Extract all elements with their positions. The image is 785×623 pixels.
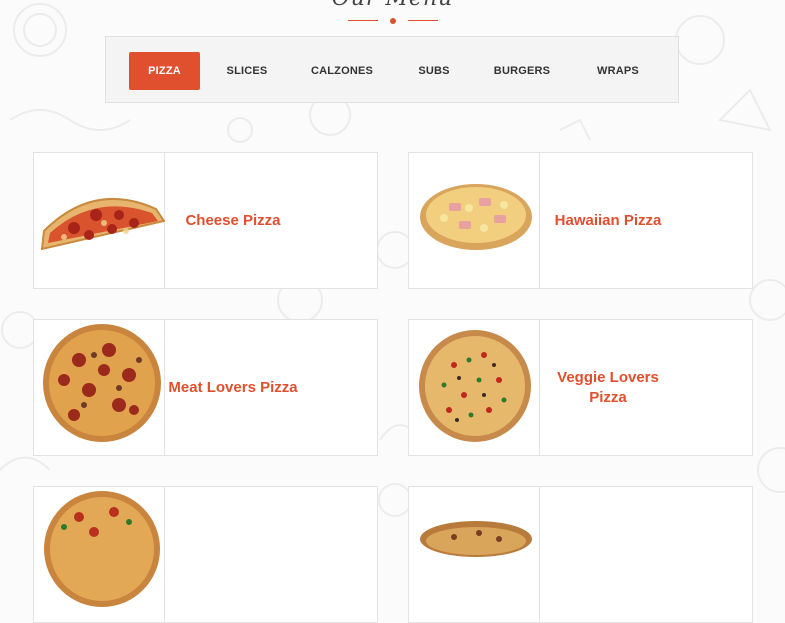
- menu-item-card[interactable]: Veggie Lovers Pizza: [408, 319, 753, 456]
- tab-calzones[interactable]: CALZONES: [301, 52, 383, 90]
- tab-slices[interactable]: SLICES: [216, 52, 278, 90]
- tab-subs[interactable]: SUBS: [409, 52, 459, 90]
- pizza-slice-image[interactable]: [34, 153, 165, 288]
- menu-item-card[interactable]: Cheese Pizza: [33, 152, 378, 289]
- menu-item-name[interactable]: Meat Lovers Pizza: [165, 320, 301, 455]
- menu-item-name[interactable]: Hawaiian Pizza: [540, 153, 676, 288]
- supreme-pizza-image[interactable]: [34, 487, 165, 622]
- menu-category-tabs: PIZZA SLICES CALZONES SUBS BURGERS WRAPS: [105, 36, 679, 103]
- tab-burgers[interactable]: BURGERS: [484, 52, 560, 90]
- menu-item-name[interactable]: Cheese Pizza: [165, 153, 301, 288]
- tab-pizza[interactable]: PIZZA: [129, 52, 200, 90]
- menu-item-name[interactable]: [540, 487, 676, 622]
- menu-item-card[interactable]: Hawaiian Pizza: [408, 152, 753, 289]
- veggie-pizza-image[interactable]: [409, 320, 540, 455]
- section-heading: Our Menu: [332, 0, 454, 11]
- heading-divider: [348, 18, 438, 24]
- menu-item-card[interactable]: [408, 486, 753, 623]
- section-heading-area: Our Menu: [0, 0, 785, 11]
- tab-wraps[interactable]: WRAPS: [585, 52, 651, 90]
- menu-item-name[interactable]: Veggie Lovers Pizza: [540, 320, 676, 455]
- menu-item-name[interactable]: [165, 487, 301, 622]
- pizza-image[interactable]: [409, 487, 540, 622]
- menu-item-card[interactable]: [33, 486, 378, 623]
- meat-lovers-pizza-image[interactable]: [34, 320, 165, 455]
- hawaiian-pizza-image[interactable]: [409, 153, 540, 288]
- menu-item-card[interactable]: Meat Lovers Pizza: [33, 319, 378, 456]
